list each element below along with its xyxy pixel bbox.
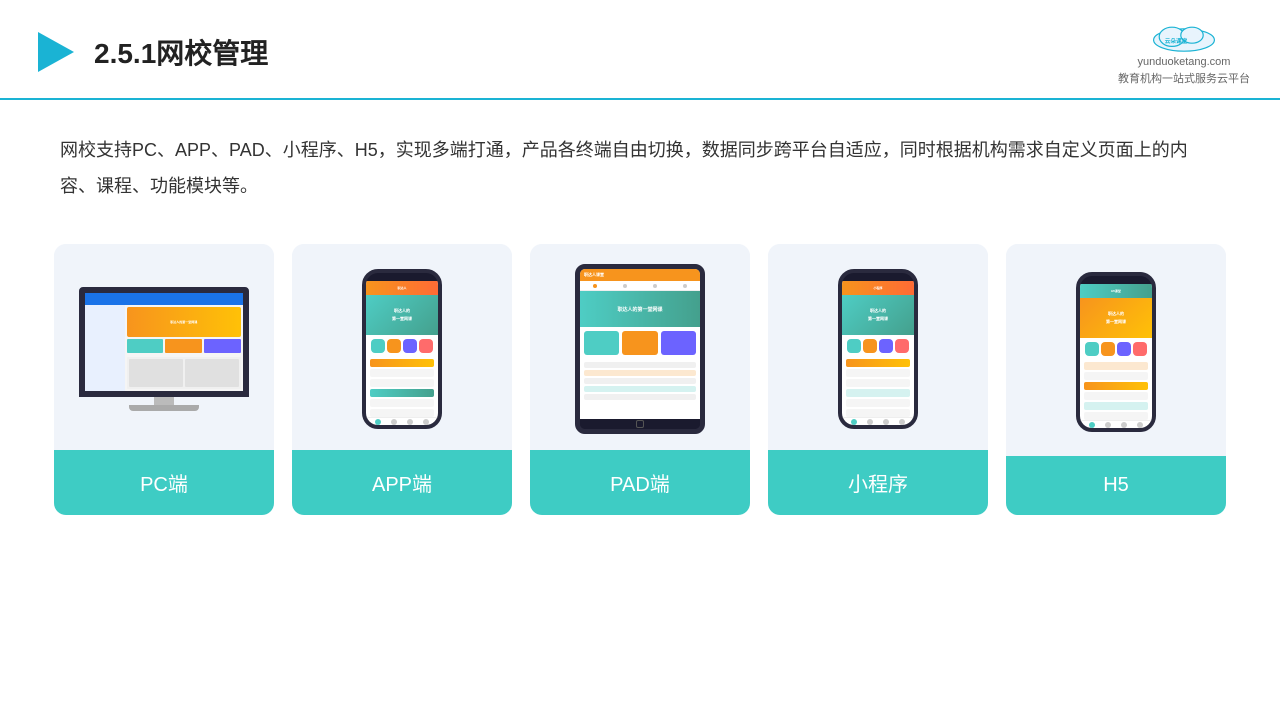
monitor-mockup: 职达人的第一堂网课: [79, 287, 249, 411]
card-app-image: 职达人 职达人的 第一堂网课: [292, 244, 512, 450]
header-left: 2.5.1网校管理: [30, 28, 268, 76]
card-app: 职达人 职达人的 第一堂网课: [292, 244, 512, 515]
card-app-label: APP端: [292, 450, 512, 515]
monitor-screen: 职达人的第一堂网课: [79, 287, 249, 397]
card-pad: 职达人课堂 职达人的第一堂网课: [530, 244, 750, 515]
card-pc: 职达人的第一堂网课: [54, 244, 274, 515]
card-h5: H5课堂 职达人的 第一堂网课: [1006, 244, 1226, 515]
phone-mockup-miniapp: 小程序 职达人的 第一堂网课: [838, 269, 918, 429]
phone-mockup-app: 职达人 职达人的 第一堂网课: [362, 269, 442, 429]
cards-container: 职达人的第一堂网课: [0, 234, 1280, 545]
card-h5-image: H5课堂 职达人的 第一堂网课: [1006, 244, 1226, 456]
card-h5-label: H5: [1006, 456, 1226, 515]
card-miniapp: 小程序 职达人的 第一堂网课: [768, 244, 988, 515]
page-title: 2.5.1网校管理: [94, 32, 268, 72]
tablet-mockup: 职达人课堂 职达人的第一堂网课: [575, 264, 705, 434]
card-pad-label: PAD端: [530, 450, 750, 515]
logo-tagline: 教育机构一站式服务云平台: [1118, 70, 1250, 86]
card-pad-image: 职达人课堂 职达人的第一堂网课: [530, 244, 750, 450]
card-pc-image: 职达人的第一堂网课: [54, 244, 274, 450]
phone-mockup-h5: H5课堂 职达人的 第一堂网课: [1076, 272, 1156, 432]
logo-icon: 云朵课堂: [1144, 18, 1224, 54]
logo-url: yunduoketang.com: [1138, 56, 1231, 68]
logo-area: 云朵课堂 yunduoketang.com 教育机构一站式服务云平台: [1118, 18, 1250, 86]
play-icon: [30, 28, 78, 76]
header: 2.5.1网校管理 云朵课堂 yunduoketang.com 教育机构一站式服…: [0, 0, 1280, 100]
card-miniapp-image: 小程序 职达人的 第一堂网课: [768, 244, 988, 450]
card-miniapp-label: 小程序: [768, 450, 988, 515]
description-text: 网校支持PC、APP、PAD、小程序、H5，实现多端打通，产品各终端自由切换，数…: [0, 100, 1280, 224]
card-pc-label: PC端: [54, 450, 274, 515]
